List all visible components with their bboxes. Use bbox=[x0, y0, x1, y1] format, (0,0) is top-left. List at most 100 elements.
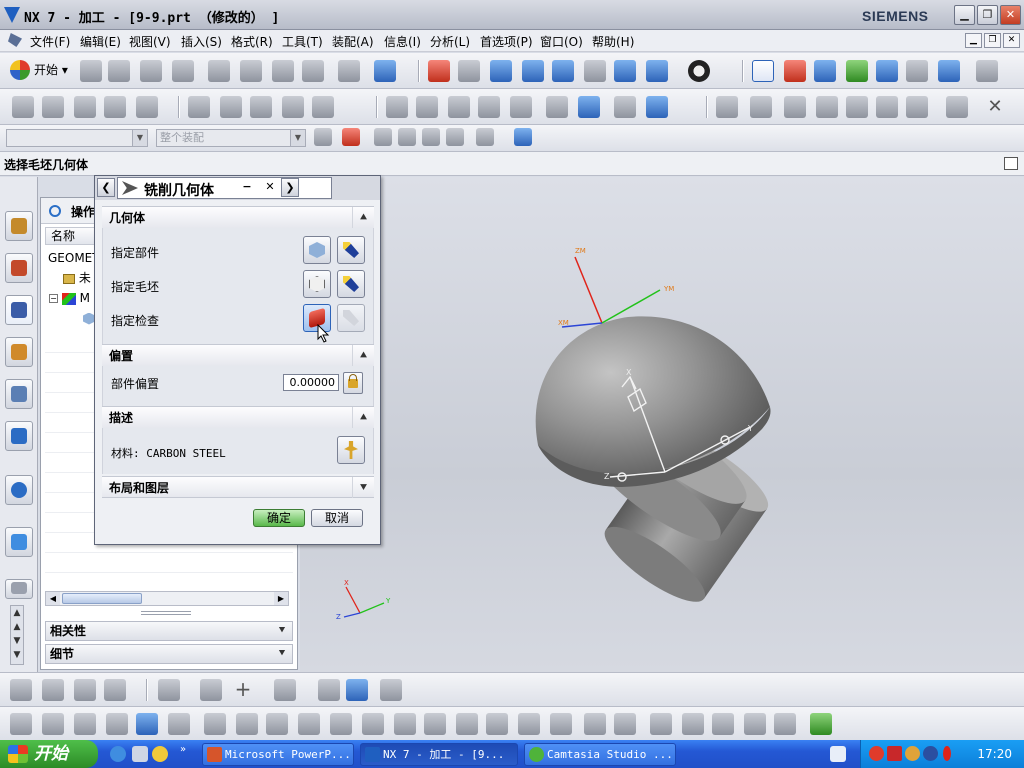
program-order-icon[interactable] bbox=[12, 96, 34, 118]
geometry-view-icon[interactable] bbox=[74, 96, 96, 118]
resource-bar-scroll[interactable]: ▲ ▲ ▼ ▼ bbox=[10, 605, 24, 665]
link-icon[interactable] bbox=[200, 679, 222, 701]
scroll-right-icon[interactable]: ▶ bbox=[274, 592, 288, 605]
part-model[interactable] bbox=[535, 316, 778, 613]
create-geometry-icon[interactable] bbox=[876, 60, 898, 82]
sew-icon[interactable] bbox=[650, 713, 672, 735]
boolean-intersect-icon[interactable] bbox=[266, 713, 288, 735]
trim-body-icon[interactable] bbox=[362, 713, 384, 735]
ok-button[interactable]: 确定 bbox=[253, 509, 305, 527]
selection-intent-icon[interactable] bbox=[374, 128, 392, 146]
feature-revolve-icon[interactable] bbox=[42, 713, 64, 735]
navigator-horizontal-scrollbar[interactable]: ◀ ▶ bbox=[45, 591, 289, 606]
box-select-icon[interactable] bbox=[514, 128, 532, 146]
pan-icon[interactable] bbox=[584, 60, 606, 82]
minimize-button[interactable]: ▁ bbox=[954, 5, 975, 25]
tree-node-unused[interactable]: 未 bbox=[45, 268, 91, 288]
blank-display-icon[interactable] bbox=[846, 96, 868, 118]
geometry-group-header[interactable]: 几何体 ⯅ bbox=[102, 206, 374, 228]
snap-mid-icon[interactable] bbox=[42, 679, 64, 701]
constraint-navigator-tab[interactable] bbox=[5, 253, 33, 283]
pin-icon[interactable] bbox=[49, 205, 61, 217]
edge-blend-icon[interactable] bbox=[298, 713, 320, 735]
reuse-library-tab[interactable] bbox=[5, 379, 33, 409]
details-panel-header[interactable]: 细节 ⯆ bbox=[45, 644, 293, 664]
windows-start-button[interactable]: 开始 bbox=[0, 740, 98, 768]
rotate-icon[interactable] bbox=[552, 60, 574, 82]
paste-icon[interactable] bbox=[272, 60, 294, 82]
scroll-left-icon[interactable]: ◀ bbox=[46, 592, 60, 605]
mirror-icon[interactable] bbox=[614, 713, 636, 735]
magnify-icon[interactable] bbox=[522, 60, 544, 82]
operation-navigator-tab[interactable] bbox=[5, 295, 33, 325]
menu-edit[interactable]: 编辑(E) bbox=[80, 33, 121, 50]
display-blank-button[interactable] bbox=[337, 270, 365, 298]
cut-object-icon[interactable] bbox=[416, 96, 438, 118]
paste-object-icon[interactable] bbox=[478, 96, 500, 118]
machining-method-view-icon[interactable] bbox=[104, 96, 126, 118]
select-part-button[interactable] bbox=[303, 236, 331, 264]
create-operation-icon[interactable] bbox=[938, 60, 960, 82]
wcs-dynamic-icon[interactable] bbox=[752, 60, 774, 82]
menu-help[interactable]: 帮助(H) bbox=[592, 33, 634, 50]
synchronous-modeling-icon[interactable] bbox=[810, 713, 832, 735]
shop-doc-icon[interactable] bbox=[614, 96, 636, 118]
general-selection-icon[interactable] bbox=[314, 128, 332, 146]
pattern-icon[interactable] bbox=[584, 713, 606, 735]
shell-icon[interactable] bbox=[456, 713, 478, 735]
type-filter-dropdown[interactable]: ▼ bbox=[6, 129, 148, 147]
tray-face-icon[interactable] bbox=[905, 746, 920, 761]
display-part-button[interactable] bbox=[337, 236, 365, 264]
task-nx[interactable]: NX 7 - 加工 - [9... bbox=[360, 743, 518, 766]
scale-body-icon[interactable] bbox=[550, 713, 572, 735]
command-finder-icon[interactable] bbox=[374, 60, 396, 82]
path-display-icon[interactable] bbox=[784, 96, 806, 118]
tree-node-geometry[interactable]: GEOMET bbox=[45, 248, 100, 268]
delete-icon[interactable] bbox=[302, 60, 324, 82]
object-attribute-icon[interactable] bbox=[546, 96, 568, 118]
undo-icon[interactable] bbox=[338, 60, 360, 82]
delete-object-icon[interactable] bbox=[510, 96, 532, 118]
menu-format[interactable]: 格式(R) bbox=[231, 33, 273, 50]
tray-volume-icon[interactable] bbox=[943, 746, 951, 761]
check-display-icon[interactable] bbox=[906, 96, 928, 118]
close-button[interactable]: ✕ bbox=[1000, 5, 1021, 25]
edit-material-button[interactable] bbox=[337, 436, 365, 464]
zoom-icon[interactable] bbox=[490, 60, 512, 82]
menu-information[interactable]: 信息(I) bbox=[384, 33, 421, 50]
feature-block-icon[interactable] bbox=[74, 713, 96, 735]
generate-path-icon[interactable] bbox=[188, 96, 210, 118]
print-icon[interactable] bbox=[172, 60, 194, 82]
document-menu-icon[interactable] bbox=[8, 33, 22, 47]
in-process-workpiece-icon[interactable] bbox=[816, 96, 838, 118]
patch-icon[interactable] bbox=[682, 713, 704, 735]
description-group-header[interactable]: 描述 ⯅ bbox=[102, 406, 374, 428]
keyboard-layout-icon[interactable] bbox=[830, 746, 846, 762]
plane-icon[interactable] bbox=[318, 679, 340, 701]
web-browser-tab[interactable] bbox=[5, 527, 33, 557]
snap-end-icon[interactable] bbox=[10, 679, 32, 701]
offset-face-icon[interactable] bbox=[518, 713, 540, 735]
doc-restore-button[interactable]: ❐ bbox=[984, 33, 1001, 48]
replace-face-icon[interactable] bbox=[774, 713, 796, 735]
clear-display-icon[interactable]: ✕ bbox=[984, 96, 1006, 118]
edit-object-icon[interactable] bbox=[386, 96, 408, 118]
add-icon[interactable]: + bbox=[232, 679, 254, 701]
point-constructor-icon[interactable] bbox=[158, 679, 180, 701]
cut-icon[interactable] bbox=[208, 60, 230, 82]
wcs-origin-icon[interactable] bbox=[784, 60, 806, 82]
task-powerpoint[interactable]: Microsoft PowerP... bbox=[202, 743, 354, 766]
assembly-navigator-tab[interactable] bbox=[5, 211, 33, 241]
dialog-next-button[interactable]: ❯ bbox=[281, 178, 299, 197]
splitter-handle[interactable] bbox=[141, 611, 191, 615]
ie-quicklaunch-icon[interactable] bbox=[110, 746, 126, 762]
feed-rate-icon[interactable] bbox=[716, 96, 738, 118]
draft-icon[interactable] bbox=[424, 713, 446, 735]
snap-control-icon[interactable] bbox=[74, 679, 96, 701]
snap-intersect-icon[interactable] bbox=[104, 679, 126, 701]
feature-extrude-icon[interactable] bbox=[10, 713, 32, 735]
menu-view[interactable]: 视图(V) bbox=[129, 33, 171, 50]
restore-button[interactable]: ❐ bbox=[977, 5, 998, 25]
output-cls-icon[interactable] bbox=[646, 96, 668, 118]
tray-recorder-icon[interactable] bbox=[869, 746, 884, 761]
